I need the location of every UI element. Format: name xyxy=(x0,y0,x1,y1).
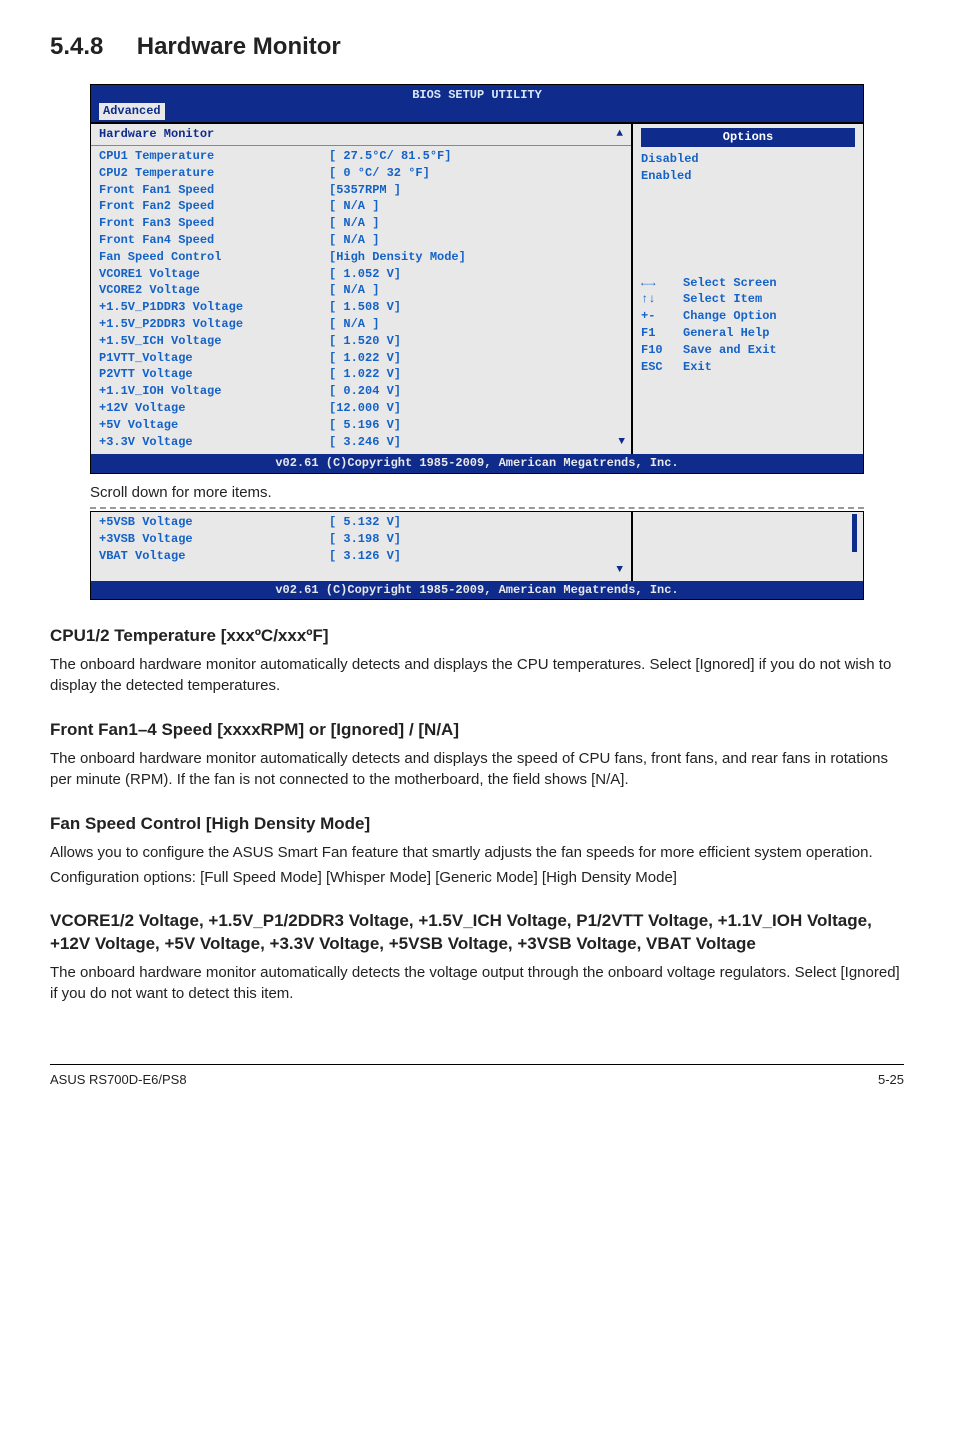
section-title: Hardware Monitor xyxy=(137,33,341,60)
section-heading: 5.4.8 Hardware Monitor xyxy=(50,30,904,64)
help-panel: ←→Select Screen ↑↓Select Item +-Change O… xyxy=(641,275,855,376)
help-text: Change Option xyxy=(683,308,777,325)
bios-title: BIOS SETUP UTILITY xyxy=(91,85,863,104)
bios-window: BIOS SETUP UTILITY Advanced Hardware Mon… xyxy=(90,84,864,475)
separator xyxy=(90,507,864,509)
option-disabled[interactable]: Disabled xyxy=(641,151,855,168)
list-item[interactable]: CPU1 Temperature[ 27.5°C/ 81.5°F] xyxy=(99,148,623,165)
help-text: Select Screen xyxy=(683,275,777,292)
list-item[interactable]: P2VTT Voltage[ 1.022 V] xyxy=(99,366,623,383)
option-enabled[interactable]: Enabled xyxy=(641,168,855,185)
page-footer: ASUS RS700D-E6/PS8 5-25 xyxy=(50,1064,904,1089)
paragraph: Allows you to configure the ASUS Smart F… xyxy=(50,842,904,863)
subheading: Front Fan1–4 Speed [xxxxRPM] or [Ignored… xyxy=(50,718,904,742)
list-item[interactable]: VCORE1 Voltage[ 1.052 V] xyxy=(99,266,623,283)
subheading: Fan Speed Control [High Density Mode] xyxy=(50,812,904,836)
footer-page: 5-25 xyxy=(878,1071,904,1089)
bios-copyright: v02.61 (C)Copyright 1985-2009, American … xyxy=(91,581,863,600)
list-item[interactable]: P1VTT_Voltage[ 1.022 V] xyxy=(99,350,623,367)
list-item[interactable]: Front Fan3 Speed[ N/A ] xyxy=(99,215,623,232)
list-item[interactable]: Front Fan1 Speed[5357RPM ] xyxy=(99,182,623,199)
list-item[interactable]: +1.1V_IOH Voltage[ 0.204 V] xyxy=(99,383,623,400)
scroll-note: Scroll down for more items. xyxy=(90,482,864,503)
paragraph: The onboard hardware monitor automatical… xyxy=(50,748,904,790)
list-item[interactable]: CPU2 Temperature[ 0 °C/ 32 °F] xyxy=(99,165,623,182)
subheading: CPU1/2 Temperature [xxxºC/xxxºF] xyxy=(50,624,904,648)
list-item[interactable]: +1.5V_P1DDR3 Voltage[ 1.508 V] xyxy=(99,299,623,316)
options-header: Options xyxy=(641,128,855,147)
subheading: VCORE1/2 Voltage, +1.5V_P1/2DDR3 Voltage… xyxy=(50,910,904,956)
help-key: ESC xyxy=(641,359,683,376)
scrollbar-thumb[interactable] xyxy=(852,514,857,552)
paragraph: The onboard hardware monitor automatical… xyxy=(50,654,904,696)
help-text: Exit xyxy=(683,359,712,376)
list-item[interactable]: +5VSB Voltage[ 5.132 V] xyxy=(99,514,623,531)
list-item[interactable]: +1.5V_ICH Voltage[ 1.520 V] xyxy=(99,333,623,350)
help-key: F1 xyxy=(641,325,683,342)
help-key: +- xyxy=(641,308,683,325)
bios-rows: CPU1 Temperature[ 27.5°C/ 81.5°F] CPU2 T… xyxy=(91,146,631,454)
list-item[interactable]: +3.3V Voltage[ 3.246 V] xyxy=(99,434,623,451)
list-item[interactable]: Fan Speed Control[High Density Mode] xyxy=(99,249,623,266)
scroll-down-icon[interactable]: ▼ xyxy=(616,563,623,578)
section-number: 5.4.8 xyxy=(50,33,103,60)
help-key: ←→ xyxy=(641,275,683,292)
scroll-down-icon[interactable]: ▼ xyxy=(618,435,625,450)
list-item[interactable]: Front Fan2 Speed[ N/A ] xyxy=(99,198,623,215)
footer-product: ASUS RS700D-E6/PS8 xyxy=(50,1071,187,1089)
list-item[interactable]: +5V Voltage[ 5.196 V] xyxy=(99,417,623,434)
bios-tabs: Advanced xyxy=(91,103,863,122)
paragraph: Configuration options: [Full Speed Mode]… xyxy=(50,867,904,888)
help-key: ↑↓ xyxy=(641,291,683,308)
list-item[interactable]: VBAT Voltage[ 3.126 V] xyxy=(99,548,623,565)
bios-right-panel: Options Disabled Enabled ←→Select Screen… xyxy=(633,124,863,454)
help-key: F10 xyxy=(641,342,683,359)
list-item[interactable]: VCORE2 Voltage[ N/A ] xyxy=(99,282,623,299)
tab-advanced[interactable]: Advanced xyxy=(99,103,165,120)
bios-left-panel: Hardware Monitor ▲ CPU1 Temperature[ 27.… xyxy=(91,124,633,454)
paragraph: The onboard hardware monitor automatical… xyxy=(50,962,904,1004)
bios-window-2: +5VSB Voltage[ 5.132 V] +3VSB Voltage[ 3… xyxy=(90,511,864,600)
panel-title: Hardware Monitor xyxy=(99,126,214,143)
list-item[interactable]: +3VSB Voltage[ 3.198 V] xyxy=(99,531,623,548)
bios-copyright: v02.61 (C)Copyright 1985-2009, American … xyxy=(91,454,863,473)
help-text: Select Item xyxy=(683,291,762,308)
list-item[interactable]: +1.5V_P2DDR3 Voltage[ N/A ] xyxy=(99,316,623,333)
list-item[interactable]: +12V Voltage[12.000 V] xyxy=(99,400,623,417)
help-text: General Help xyxy=(683,325,769,342)
scroll-up-icon[interactable]: ▲ xyxy=(616,127,623,142)
help-text: Save and Exit xyxy=(683,342,777,359)
list-item[interactable]: Front Fan4 Speed[ N/A ] xyxy=(99,232,623,249)
